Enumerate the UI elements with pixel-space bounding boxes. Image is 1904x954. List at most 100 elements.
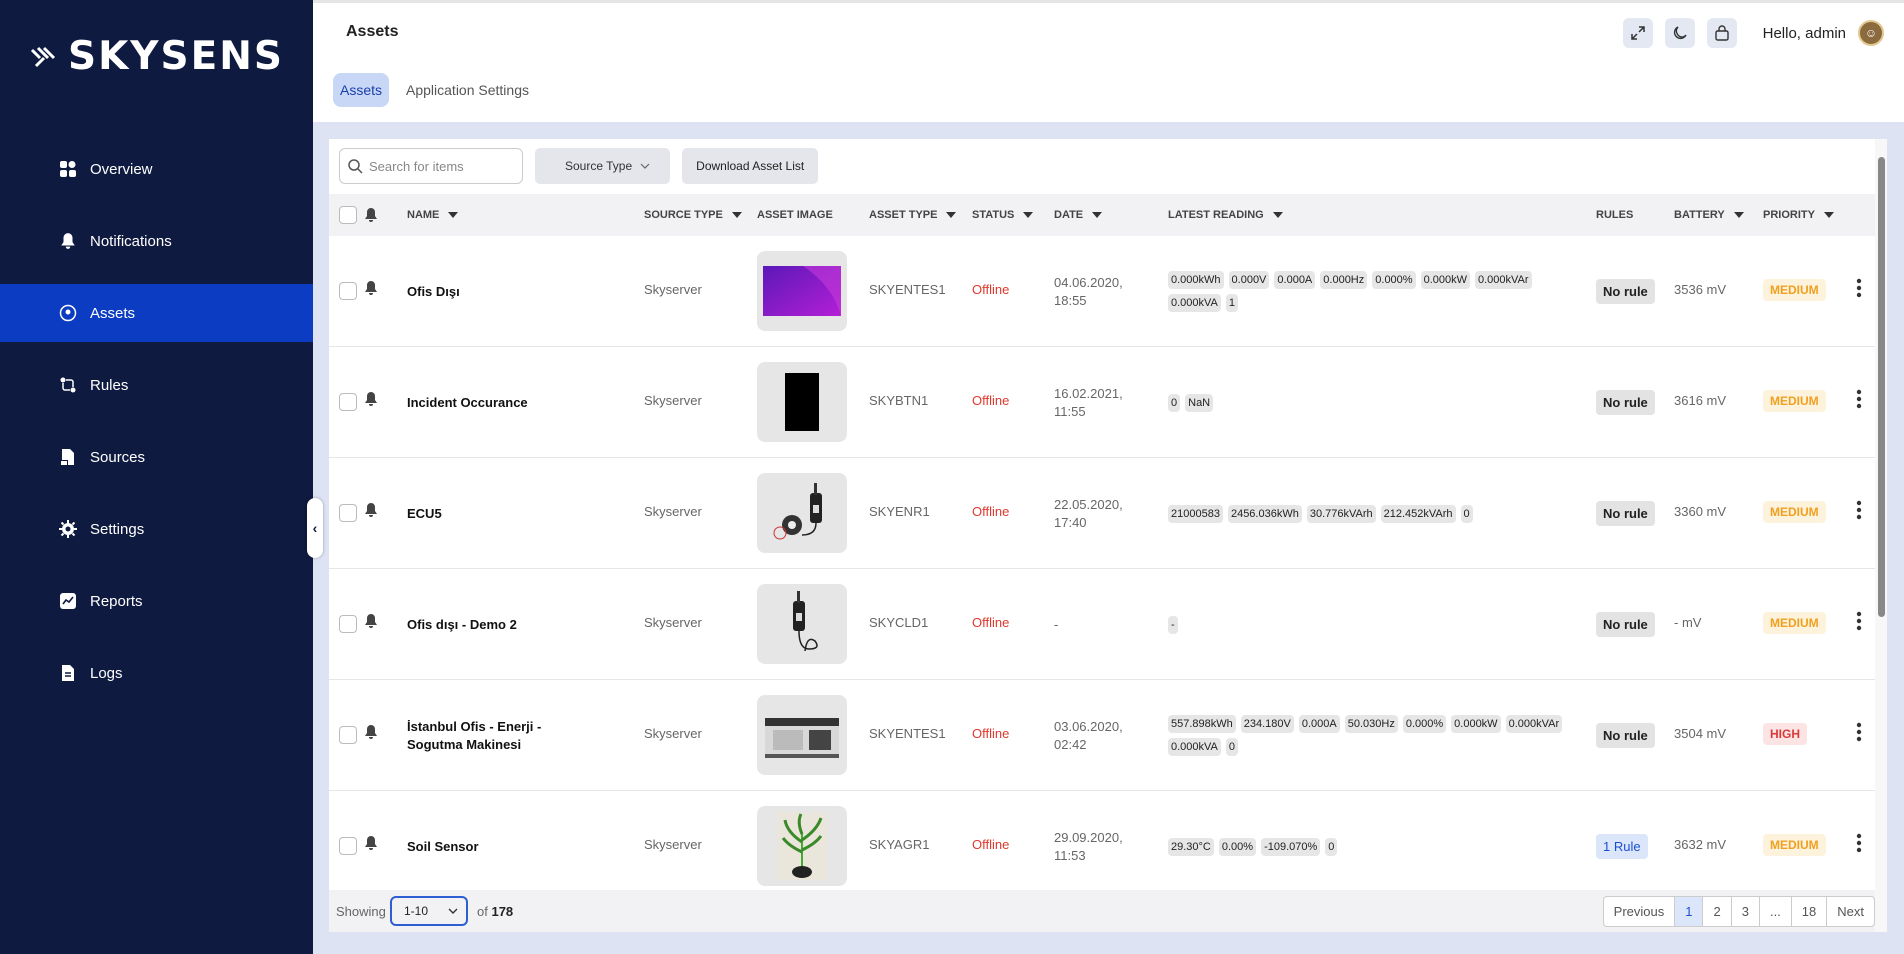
- more-options-icon[interactable]: [1856, 278, 1862, 298]
- col-latest-reading[interactable]: LATEST READING: [1168, 209, 1283, 221]
- col-priority-label: PRIORITY: [1763, 209, 1815, 221]
- row-checkbox[interactable]: [339, 615, 357, 633]
- rules-cell[interactable]: No rule: [1596, 612, 1655, 637]
- table-row[interactable]: Incident Occurance Skyserver SKYBTN1 Offlin…: [329, 347, 1887, 458]
- sidebar-item-sources[interactable]: Sources: [0, 428, 313, 486]
- col-priority[interactable]: PRIORITY: [1763, 209, 1834, 221]
- table-row[interactable]: Ofis Dışı Skyserver SKYENTES1 Offline 04.06.…: [329, 236, 1887, 347]
- asset-name[interactable]: ECU5: [407, 505, 442, 523]
- select-all-checkbox[interactable]: [339, 206, 357, 224]
- tab-assets[interactable]: Assets: [333, 73, 390, 107]
- row-checkbox-cell[interactable]: [339, 615, 357, 633]
- col-rules: RULES: [1596, 209, 1633, 221]
- notification-bell-icon[interactable]: [364, 502, 378, 518]
- row-checkbox-cell[interactable]: [339, 282, 357, 300]
- col-source-type[interactable]: SOURCE TYPE: [644, 209, 742, 221]
- page-size-select[interactable]: 1-10: [390, 896, 468, 926]
- rule-badge[interactable]: No rule: [1596, 612, 1655, 637]
- table-row[interactable]: İstanbul Ofis - Enerji - Sogutma Makines…: [329, 680, 1887, 791]
- chevron-down-icon: [448, 908, 458, 914]
- fullscreen-button[interactable]: [1622, 18, 1653, 48]
- row-checkbox-cell[interactable]: [339, 837, 357, 855]
- priority-badge: HIGH: [1763, 723, 1807, 745]
- sidebar-item-assets[interactable]: Assets: [0, 284, 313, 342]
- search-input[interactable]: [369, 158, 509, 174]
- page-button[interactable]: 1: [1675, 897, 1704, 926]
- sidebar-item-notifications[interactable]: Notifications: [0, 212, 313, 270]
- col-name[interactable]: NAME: [407, 209, 459, 221]
- rule-badge[interactable]: No rule: [1596, 723, 1655, 748]
- notification-bell-icon[interactable]: [364, 280, 378, 296]
- source-type: Skyserver: [644, 726, 702, 741]
- more-options-icon[interactable]: [1856, 389, 1862, 409]
- lock-button[interactable]: [1706, 18, 1737, 48]
- rules-cell[interactable]: No rule: [1596, 279, 1655, 304]
- sidebar-item-rules[interactable]: Rules: [0, 356, 313, 414]
- rules-cell[interactable]: No rule: [1596, 723, 1655, 748]
- sidebar-item-reports[interactable]: Reports: [0, 572, 313, 630]
- rule-badge[interactable]: No rule: [1596, 390, 1655, 415]
- scrollbar-thumb[interactable]: [1878, 157, 1885, 617]
- row-checkbox-cell[interactable]: [339, 504, 357, 522]
- reading-tag: 0.000kVA: [1168, 738, 1221, 756]
- battery-value: 3360 mV: [1674, 504, 1727, 519]
- rule-badge[interactable]: 1 Rule: [1596, 834, 1648, 859]
- next-page-button[interactable]: Next: [1827, 897, 1874, 926]
- table-row[interactable]: Soil Sensor Skyserver SKYAGR1 Offline 29.09.…: [329, 791, 1887, 902]
- row-checkbox[interactable]: [339, 837, 357, 855]
- asset-name[interactable]: Ofis Dışı: [407, 283, 460, 301]
- sidebar-item-overview[interactable]: Overview: [0, 140, 313, 198]
- previous-page-button[interactable]: Previous: [1604, 897, 1676, 926]
- rule-badge[interactable]: No rule: [1596, 501, 1655, 526]
- asset-image: [757, 251, 847, 331]
- download-asset-list-button[interactable]: Download Asset List: [682, 148, 819, 184]
- reading-tag: 0: [1168, 393, 1181, 412]
- page-button[interactable]: 2: [1703, 897, 1732, 926]
- more-options-icon[interactable]: [1856, 722, 1862, 742]
- page-title: Assets: [346, 23, 399, 40]
- dark-mode-button[interactable]: [1664, 18, 1695, 48]
- notification-bell-icon[interactable]: [364, 391, 378, 407]
- search-box[interactable]: [339, 148, 523, 184]
- select-all-checkbox-cell[interactable]: [339, 206, 357, 224]
- row-checkbox[interactable]: [339, 726, 357, 744]
- rules-cell[interactable]: 1 Rule: [1596, 834, 1648, 859]
- col-asset-type[interactable]: ASSET TYPE: [869, 209, 957, 221]
- table-row[interactable]: ECU5 Skyserver SKYENR1 Offline 22.05.2020, 1…: [329, 458, 1887, 569]
- table-row[interactable]: Ofis dışı - Demo 2 Skyserver SKYCLD1 Offlin…: [329, 569, 1887, 680]
- rule-badge[interactable]: No rule: [1596, 279, 1655, 304]
- asset-name[interactable]: Ofis dışı - Demo 2: [407, 616, 517, 634]
- tab-application-settings[interactable]: Application Settings: [399, 73, 536, 107]
- sidebar-item-settings[interactable]: Settings: [0, 500, 313, 558]
- page-button[interactable]: 18: [1792, 897, 1828, 926]
- more-options-icon[interactable]: [1856, 500, 1862, 520]
- notification-bell-icon[interactable]: [364, 724, 378, 740]
- collapse-sidebar-button[interactable]: ‹: [307, 498, 323, 558]
- col-battery[interactable]: BATTERY: [1674, 209, 1744, 221]
- asset-name[interactable]: İstanbul Ofis - Enerji - Sogutma Makines…: [407, 718, 597, 754]
- reading-tag: 0.000Hz: [1320, 271, 1368, 289]
- latest-readings: 0 NaN: [1168, 347, 1588, 458]
- row-checkbox[interactable]: [339, 282, 357, 300]
- sidebar-item-logs[interactable]: Logs: [0, 644, 313, 702]
- brand-logo[interactable]: SKYSENS: [30, 34, 284, 79]
- row-checkbox[interactable]: [339, 393, 357, 411]
- page-button[interactable]: 3: [1732, 897, 1760, 926]
- asset-name[interactable]: Incident Occurance: [407, 394, 528, 412]
- scrollbar-track[interactable]: [1875, 139, 1887, 932]
- more-options-icon[interactable]: [1856, 833, 1862, 853]
- rules-cell[interactable]: No rule: [1596, 501, 1655, 526]
- asset-name[interactable]: Soil Sensor: [407, 838, 479, 856]
- more-options-icon[interactable]: [1856, 611, 1862, 631]
- source-type-filter[interactable]: Source Type: [535, 148, 671, 184]
- notification-bell-icon[interactable]: [364, 613, 378, 629]
- avatar[interactable]: ☺: [1858, 20, 1884, 46]
- notification-bell-icon[interactable]: [364, 835, 378, 851]
- row-checkbox-cell[interactable]: [339, 393, 357, 411]
- row-checkbox[interactable]: [339, 504, 357, 522]
- col-status[interactable]: STATUS: [972, 209, 1034, 221]
- row-checkbox-cell[interactable]: [339, 726, 357, 744]
- rules-cell[interactable]: No rule: [1596, 390, 1655, 415]
- col-date[interactable]: DATE: [1054, 209, 1103, 221]
- source-type: Skyserver: [644, 837, 702, 852]
